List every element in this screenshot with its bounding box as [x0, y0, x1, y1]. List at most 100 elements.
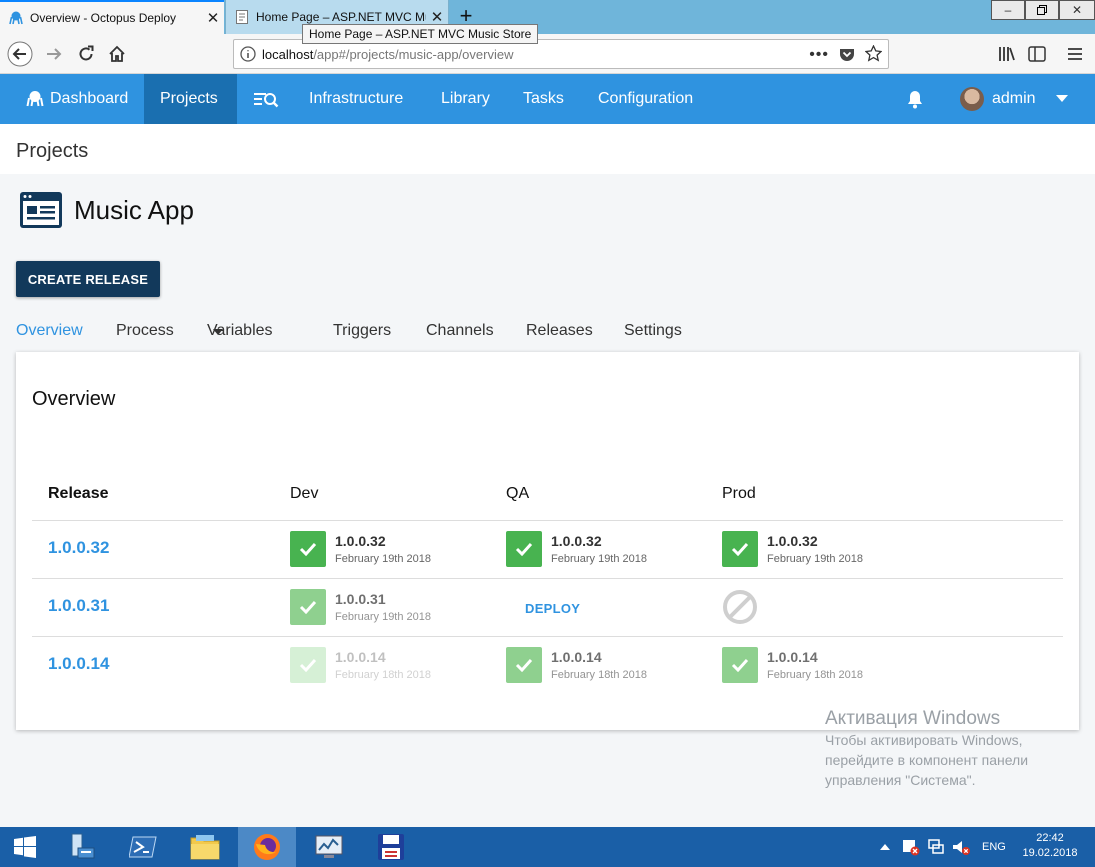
- success-check-icon: [722, 647, 758, 683]
- nav-tasks[interactable]: Tasks: [507, 74, 580, 124]
- deployment-dev-1-0-0-32[interactable]: 1.0.0.32 February 19th 2018: [290, 531, 431, 567]
- save-disk-icon[interactable]: [362, 827, 420, 867]
- deployment-prod-1-0-0-14[interactable]: 1.0.0.14 February 18th 2018: [722, 647, 863, 683]
- deployed-date: February 19th 2018: [335, 553, 432, 565]
- deployment-dev-1-0-0-31[interactable]: 1.0.0.31 February 19th 2018: [290, 589, 431, 625]
- system-clock[interactable]: 22:42 19.02.2018: [1018, 831, 1082, 861]
- deployed-date: February 18th 2018: [767, 669, 864, 681]
- watermark-line: управления "Система".: [825, 772, 976, 788]
- library-icon[interactable]: [993, 40, 1021, 68]
- language-indicator[interactable]: ENG: [982, 827, 1006, 867]
- success-check-icon: [290, 589, 326, 625]
- deployed-version: 1.0.0.32: [551, 533, 602, 549]
- divider: [32, 578, 1063, 579]
- tab-triggers[interactable]: Triggers: [333, 322, 391, 340]
- deployed-version: 1.0.0.14: [335, 649, 386, 665]
- deployed-version: 1.0.0.32: [767, 533, 818, 549]
- close-window-icon[interactable]: ✕: [1059, 0, 1095, 20]
- username: admin: [992, 90, 1036, 107]
- overview-title: Overview: [32, 388, 116, 410]
- user-menu[interactable]: admin: [960, 74, 1068, 124]
- pocket-icon[interactable]: [839, 46, 855, 65]
- nav-dashboard[interactable]: Dashboard: [10, 74, 144, 124]
- clock-time: 22:42: [1036, 832, 1064, 844]
- deployment-prod-1-0-0-32[interactable]: 1.0.0.32 February 19th 2018: [722, 531, 863, 567]
- breadcrumb: Projects: [0, 124, 1095, 174]
- notifications-bell-icon[interactable]: [890, 74, 940, 124]
- release-link-1-0-0-14[interactable]: 1.0.0.14: [48, 654, 109, 674]
- tab-title: Overview - Octopus Deploy: [30, 11, 177, 25]
- deployed-date: February 19th 2018: [335, 611, 432, 623]
- octopus-logo-icon: [26, 90, 44, 108]
- header-dev: Dev: [290, 485, 319, 502]
- firefox-icon[interactable]: [238, 827, 296, 867]
- reload-button[interactable]: [72, 40, 100, 68]
- deployed-date: February 19th 2018: [551, 553, 648, 565]
- deployment-prod-1-0-0-31: [722, 589, 758, 625]
- minimize-window-icon[interactable]: –: [991, 0, 1025, 20]
- bookmark-star-icon[interactable]: [864, 44, 883, 65]
- success-check-icon: [290, 647, 326, 683]
- page-favicon-icon: [234, 9, 250, 25]
- info-icon[interactable]: [234, 46, 262, 62]
- tab-process[interactable]: Process: [116, 322, 174, 340]
- menu-icon[interactable]: [1061, 40, 1089, 68]
- browser-tab-strip: Overview - Octopus Deploy ✕ Home Page – …: [0, 0, 1095, 34]
- sidebar-icon[interactable]: [1023, 40, 1051, 68]
- watermark-line: перейдите в компонент панели: [825, 752, 1029, 768]
- windows-taskbar: ENG 22:42 19.02.2018: [0, 827, 1095, 867]
- deployed-version: 1.0.0.14: [551, 649, 602, 665]
- browser-nav-bar: localhost/app#/projects/music-app/overvi…: [0, 34, 1095, 74]
- avatar: [960, 87, 984, 111]
- deployed-version: 1.0.0.14: [767, 649, 818, 665]
- browser-tab-octopus[interactable]: Overview - Octopus Deploy ✕: [0, 0, 224, 34]
- url-path: /app#/projects/music-app/overview: [313, 46, 514, 62]
- deployment-qa-1-0-0-14[interactable]: 1.0.0.14 February 18th 2018: [506, 647, 647, 683]
- show-hidden-icons-icon[interactable]: [880, 827, 890, 867]
- nav-library[interactable]: Library: [425, 74, 506, 124]
- restore-window-icon[interactable]: [1025, 0, 1059, 20]
- back-button[interactable]: [6, 40, 34, 68]
- close-tab-icon[interactable]: ✕: [202, 9, 224, 27]
- powershell-icon[interactable]: [114, 827, 172, 867]
- nav-projects[interactable]: Projects: [144, 74, 237, 124]
- breadcrumb-projects[interactable]: Projects: [16, 140, 88, 163]
- page-actions-icon[interactable]: •••: [809, 46, 829, 64]
- divider: [32, 636, 1063, 637]
- header-qa: QA: [506, 485, 530, 502]
- action-center-warning-icon[interactable]: [902, 827, 920, 867]
- windows-activation-watermark: Активация Windows Чтобы активировать Win…: [825, 708, 1028, 790]
- watermark-title: Активация Windows: [825, 708, 1001, 729]
- search-icon[interactable]: [237, 74, 295, 124]
- nav-infrastructure[interactable]: Infrastructure: [293, 74, 419, 124]
- create-release-button[interactable]: CREATE RELEASE: [16, 261, 160, 297]
- server-manager-icon[interactable]: [52, 827, 110, 867]
- blocked-icon: [722, 589, 758, 625]
- nav-dashboard-label: Dashboard: [50, 90, 129, 107]
- caret-down-icon: [213, 322, 223, 340]
- volume-muted-icon[interactable]: [952, 827, 970, 867]
- file-explorer-icon[interactable]: [176, 827, 234, 867]
- deployed-date: February 19th 2018: [767, 553, 864, 565]
- deployment-qa-1-0-0-32[interactable]: 1.0.0.32 February 19th 2018: [506, 531, 647, 567]
- home-button[interactable]: [103, 40, 131, 68]
- tab-title: Home Page – ASP.NET MVC Music Store: [256, 10, 426, 24]
- tab-settings[interactable]: Settings: [624, 322, 682, 340]
- tab-overview[interactable]: Overview: [16, 322, 83, 340]
- nav-configuration[interactable]: Configuration: [582, 74, 709, 124]
- release-link-1-0-0-32[interactable]: 1.0.0.32: [48, 538, 109, 558]
- project-logo-icon: [20, 192, 62, 228]
- tab-releases[interactable]: Releases: [526, 322, 593, 340]
- network-icon[interactable]: [927, 827, 945, 867]
- clock-date: 19.02.2018: [1022, 847, 1078, 859]
- release-link-1-0-0-31[interactable]: 1.0.0.31: [48, 596, 109, 616]
- forward-button[interactable]: [40, 40, 68, 68]
- performance-monitor-icon[interactable]: [300, 827, 358, 867]
- watermark-line: Чтобы активировать Windows,: [825, 732, 1023, 748]
- octopus-favicon-icon: [8, 10, 24, 26]
- deployed-version: 1.0.0.32: [335, 533, 386, 549]
- tab-channels[interactable]: Channels: [426, 322, 494, 340]
- windows-start-icon[interactable]: [0, 827, 50, 867]
- deploy-button[interactable]: DEPLOY: [525, 601, 580, 616]
- deployment-dev-1-0-0-14[interactable]: 1.0.0.14 February 18th 2018: [290, 647, 431, 683]
